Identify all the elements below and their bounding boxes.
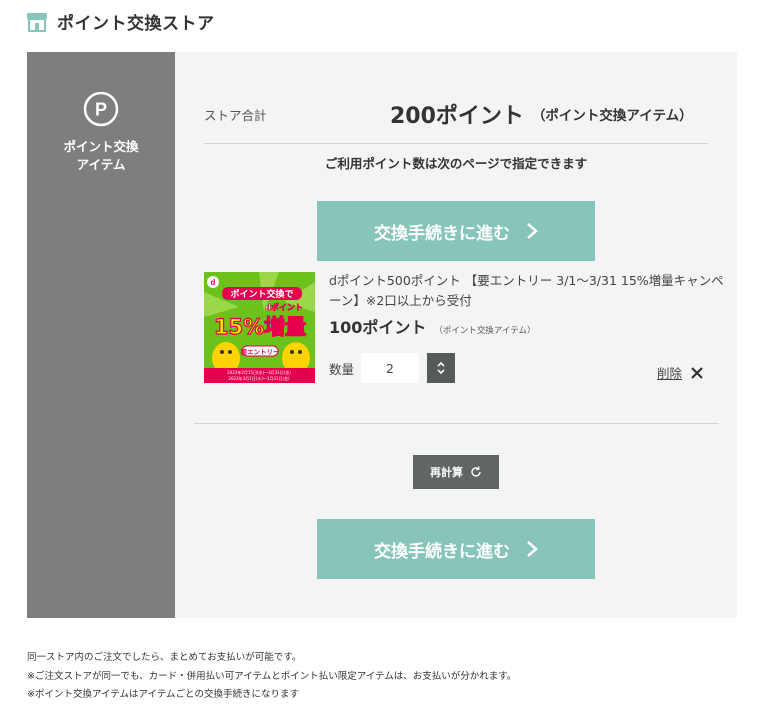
footer-line: ※ポイント交換アイテムはアイテムごとの交換手続きになります [27,689,299,700]
banner-period2: 2023年3月1日(水)～3月31日(金) [228,375,290,381]
banner-headline: ポイント交換で [230,288,293,300]
item-title[interactable]: dポイント500ポイント 【要エントリー 3/1～3/31 15%増量キャンペー… [329,271,729,311]
store-total-label: ストア合計 [204,107,267,123]
recalculate-button[interactable]: 再計算 [413,455,499,489]
chevron-right-icon [527,541,538,557]
footer-notes: 同一ストア内のご注文でしたら、まとめてお支払いが可能です。 ※ご注文ストアが同一… [27,649,516,705]
page-header: ポイント交換ストア [26,9,215,34]
campaign-banner: d ポイント交換で dポイント 15%増量 要エントリー 2023年2月15日(… [204,272,315,383]
proceed-button-label: 交換手続きに進む [374,541,510,562]
store-total: ストア合計 200ポイント （ポイント交換アイテム） [204,94,712,134]
sidebar-label: ポイント交換 アイテム [27,138,175,174]
banner-subtext: dポイント [265,302,303,312]
item-price-value: 100ポイント [329,318,427,337]
store-total-type: （ポイント交換アイテム） [531,108,693,124]
banner-entry: 要エントリー [241,347,280,356]
sidebar-label-line2: アイテム [76,157,126,172]
banner-period1: 2023年2月15日(水)～3月31日(金) [227,369,291,375]
footer-line: ※ご注文ストアが同一でも、カード・併用払い可アイテムとポイント払い限定アイテムは… [27,670,517,682]
cart-panel: P ポイント交換 アイテム ストア合計 200ポイント （ポイント交換アイテム）… [27,52,737,618]
close-icon [691,366,703,379]
delete-button[interactable]: 削除 [657,363,704,382]
points-note: ご利用ポイント数は次のページで指定できます [324,156,588,171]
store-total-value: 200ポイント [390,104,524,129]
sidebar-label-line1: ポイント交換 [63,139,139,154]
store-icon [27,12,47,32]
divider [194,423,719,424]
item-price: 100ポイント （ポイント交換アイテム） [329,314,536,338]
sidebar: P ポイント交換 アイテム [27,52,175,618]
refresh-icon [471,466,481,477]
footer-line: 同一ストア内のご注文でしたら、まとめてお支払いが可能です。 [27,652,302,663]
quantity-input[interactable] [361,353,419,383]
proceed-button-label: 交換手続きに進む [374,223,510,244]
item-image[interactable]: d ポイント交換で dポイント 15%増量 要エントリー 2023年2月15日(… [204,272,315,383]
quantity-row: 数量 [329,353,455,383]
svg-text:d: d [211,278,216,287]
delete-label: 削除 [657,366,683,381]
p-letter: P [95,100,107,120]
proceed-button-bottom[interactable]: 交換手続きに進む [317,519,595,579]
p-circle-icon: P [83,91,119,127]
quantity-stepper[interactable] [427,353,455,383]
proceed-button-top[interactable]: 交換手続きに進む [317,201,595,261]
chevron-right-icon [527,223,538,239]
up-down-icon [437,361,445,375]
page-title: ポイント交換ストア [57,14,215,34]
recalculate-label: 再計算 [430,466,463,479]
cart-content: ストア合計 200ポイント （ポイント交換アイテム） ご利用ポイント数は次のペー… [175,52,737,618]
banner-big-text: 15%増量 [214,315,306,339]
divider [204,143,708,144]
quantity-label: 数量 [329,361,355,377]
item-price-type: （ポイント交換アイテム） [434,326,536,336]
